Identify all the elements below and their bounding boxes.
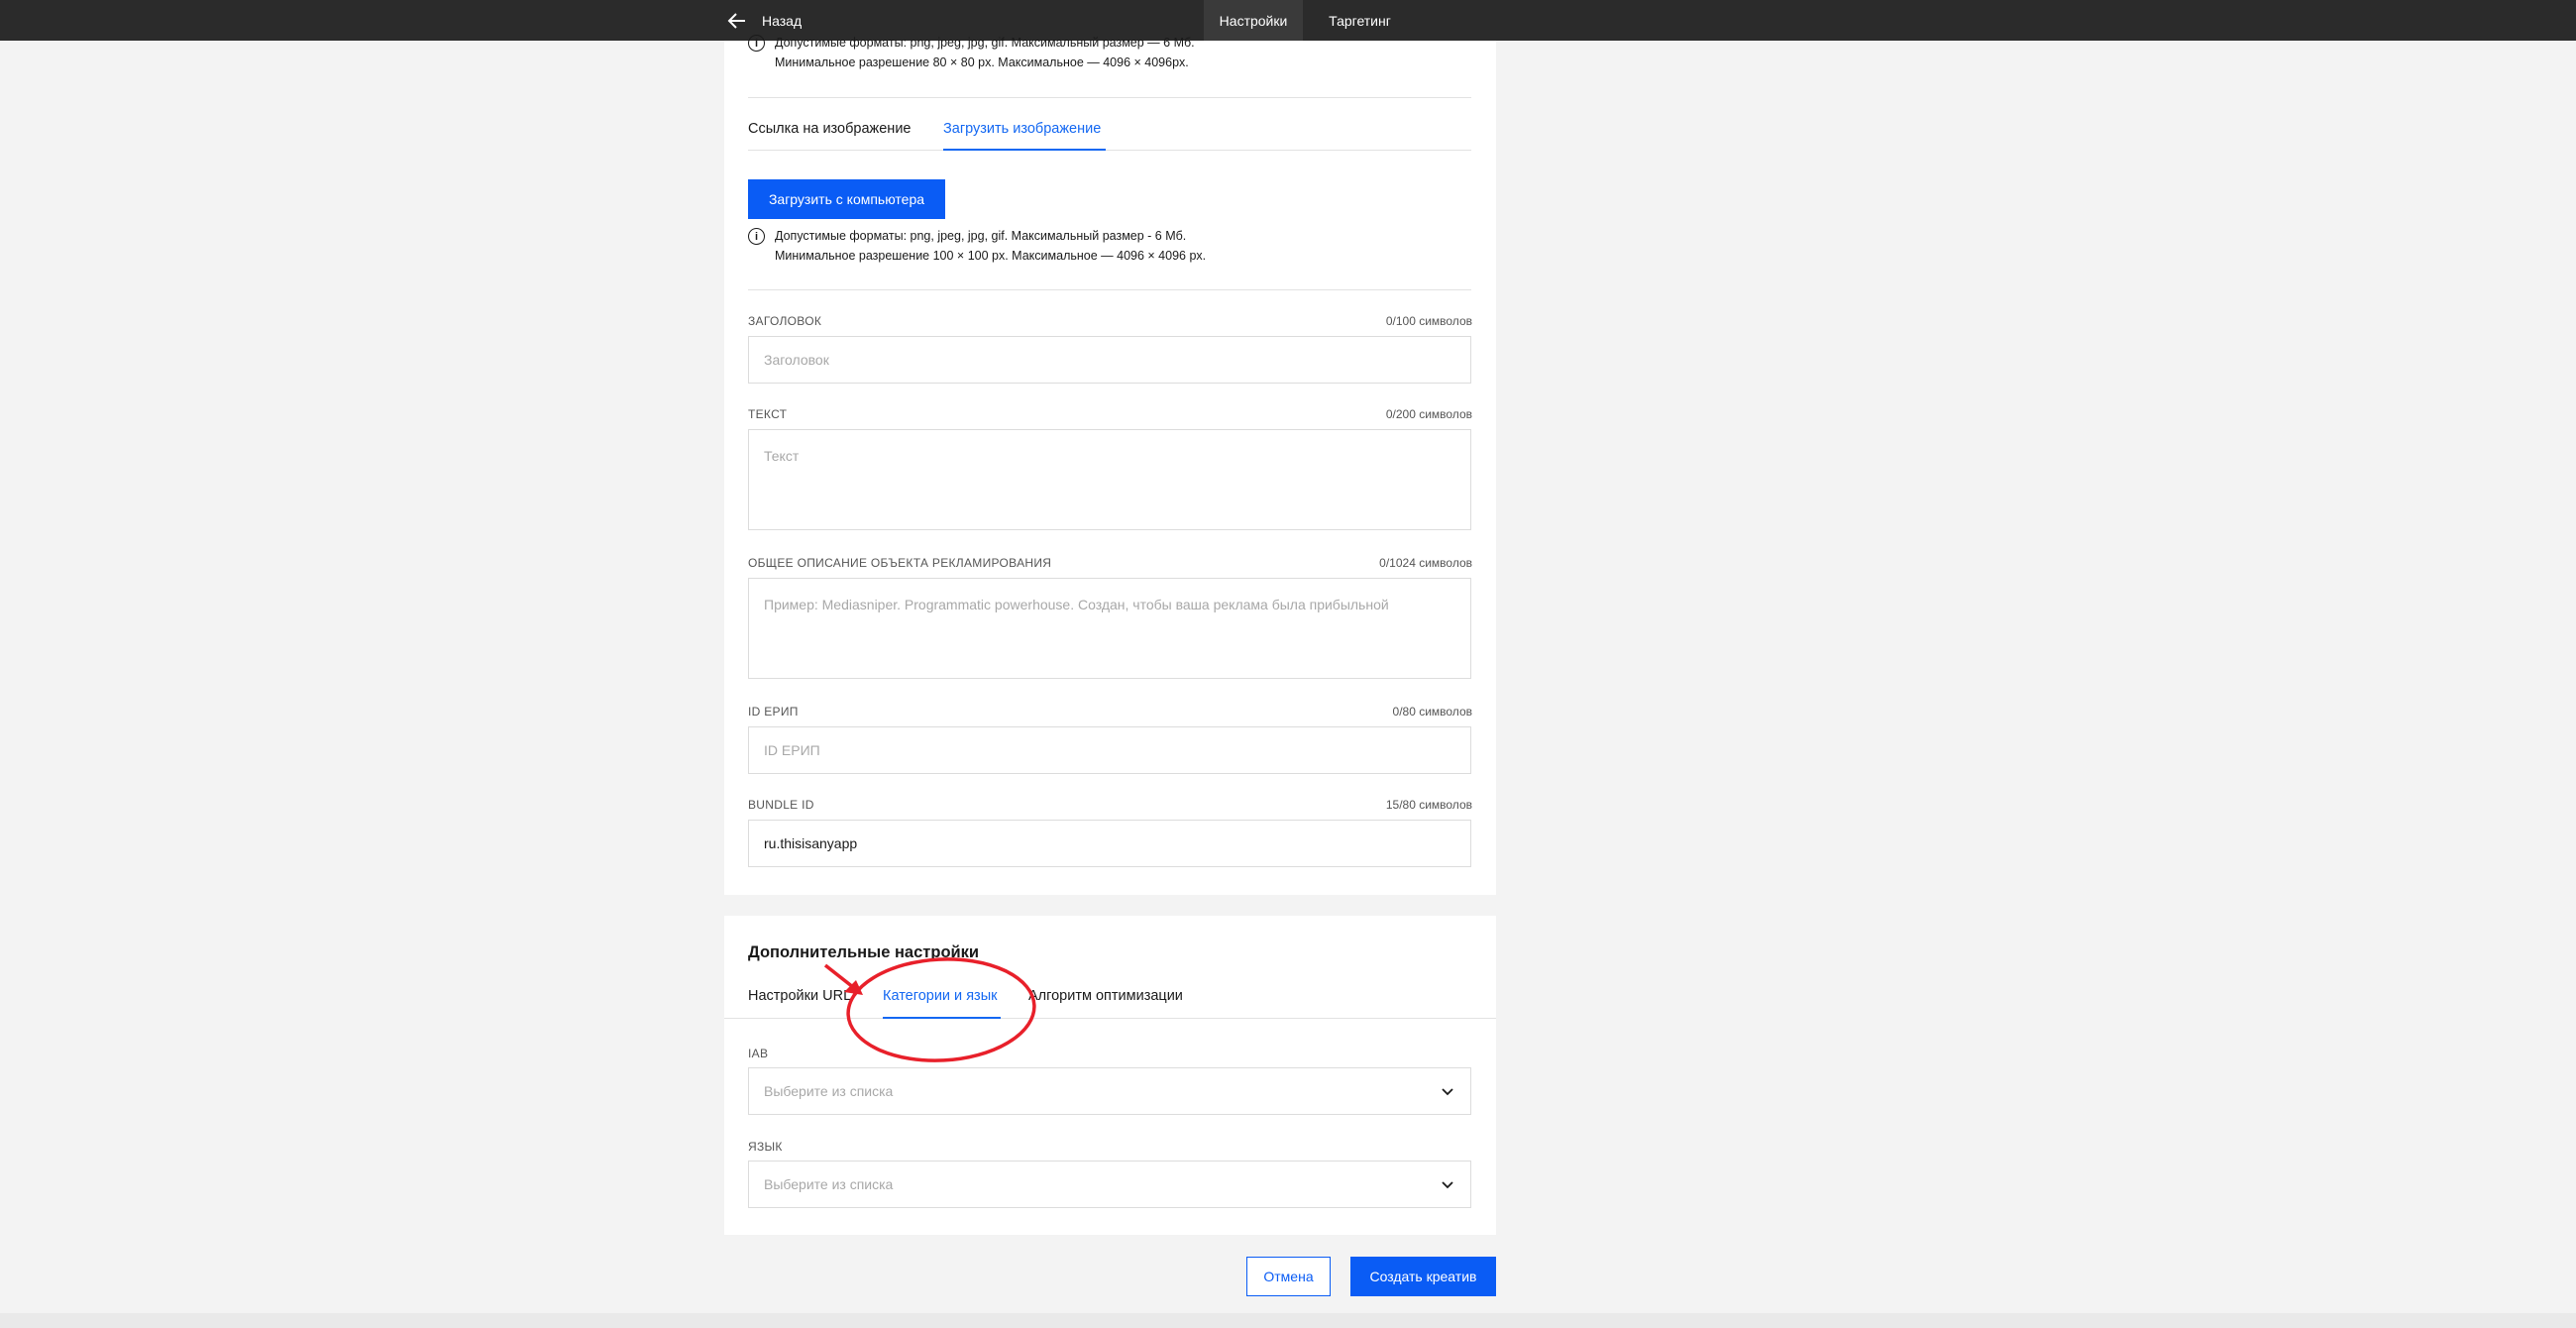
logo-info-line2: Минимальное разрешение 80 × 80 px. Макси… [775, 55, 1189, 69]
upload-info-line2: Минимальное разрешение 100 × 100 px. Мак… [775, 249, 1207, 263]
info-icon: i [748, 228, 765, 245]
top-bar: Назад Настройки Таргетинг [0, 0, 2576, 41]
text-textarea[interactable] [748, 429, 1471, 530]
back-label: Назад [762, 12, 803, 29]
bundle-label: BUNDLE ID [748, 798, 814, 812]
title-input[interactable] [748, 336, 1471, 384]
page-bottom [0, 1313, 2576, 1328]
language-select[interactable]: Выберите из списка [748, 1161, 1471, 1208]
language-label: ЯЗЫК [748, 1140, 783, 1154]
logo-format-info: i Допустимые форматы: png, jpeg, jpg, gi… [748, 33, 1195, 72]
divider [748, 97, 1471, 98]
active-tab-underline [883, 1017, 1001, 1019]
tabs-baseline [748, 150, 1471, 151]
arrow-left-icon [727, 12, 745, 29]
divider [748, 289, 1471, 290]
tab-settings[interactable]: Настройки [1204, 0, 1303, 41]
cancel-button[interactable]: Отмена [1246, 1257, 1331, 1296]
chevron-down-icon [1442, 1181, 1453, 1189]
language-select-placeholder: Выберите из списка [764, 1176, 894, 1192]
description-textarea[interactable] [748, 578, 1471, 679]
title-label: ЗАГОЛОВОК [748, 314, 822, 328]
upload-from-computer-button[interactable]: Загрузить с компьютера [748, 179, 945, 219]
title-counter: 0/100 символов [1385, 314, 1472, 328]
iab-label: IAB [748, 1047, 769, 1060]
erip-label: ID ЕРИП [748, 705, 799, 719]
upload-format-info: i Допустимые форматы: png, jpeg, jpg, gi… [748, 226, 1206, 266]
iab-select[interactable]: Выберите из списка [748, 1067, 1471, 1115]
chevron-down-icon [1442, 1088, 1453, 1096]
tab-image-link[interactable]: Ссылка на изображение [748, 121, 911, 137]
create-creative-button[interactable]: Создать креатив [1350, 1257, 1496, 1296]
description-counter: 0/1024 символов [1379, 556, 1472, 570]
tab-categories-language[interactable]: Категории и язык [883, 988, 997, 1004]
bundle-input[interactable] [748, 820, 1471, 867]
tab-targeting[interactable]: Таргетинг [1303, 0, 1417, 41]
erip-counter: 0/80 символов [1392, 705, 1472, 719]
iab-select-placeholder: Выберите из списка [764, 1083, 894, 1099]
active-tab-underline [943, 149, 1106, 151]
description-label: ОБЩЕЕ ОПИСАНИЕ ОБЪЕКТА РЕКЛАМИРОВАНИЯ [748, 556, 1052, 570]
text-label: ТЕКСТ [748, 407, 788, 421]
tabs-baseline [724, 1018, 1496, 1019]
tab-url-settings[interactable]: Настройки URL [748, 988, 851, 1004]
tab-image-upload[interactable]: Загрузить изображение [943, 121, 1101, 137]
erip-input[interactable] [748, 726, 1471, 774]
tab-optimization-algorithm[interactable]: Алгоритм оптимизации [1028, 988, 1183, 1004]
upload-info-line1: Допустимые форматы: png, jpeg, jpg, gif.… [775, 229, 1187, 243]
logo-info-line1: Допустимые форматы: png, jpeg, jpg, gif.… [775, 36, 1195, 50]
text-counter: 0/200 символов [1385, 407, 1472, 421]
info-icon: i [748, 35, 765, 52]
bundle-counter: 15/80 символов [1385, 798, 1472, 812]
additional-settings-title: Дополнительные настройки [748, 943, 980, 961]
